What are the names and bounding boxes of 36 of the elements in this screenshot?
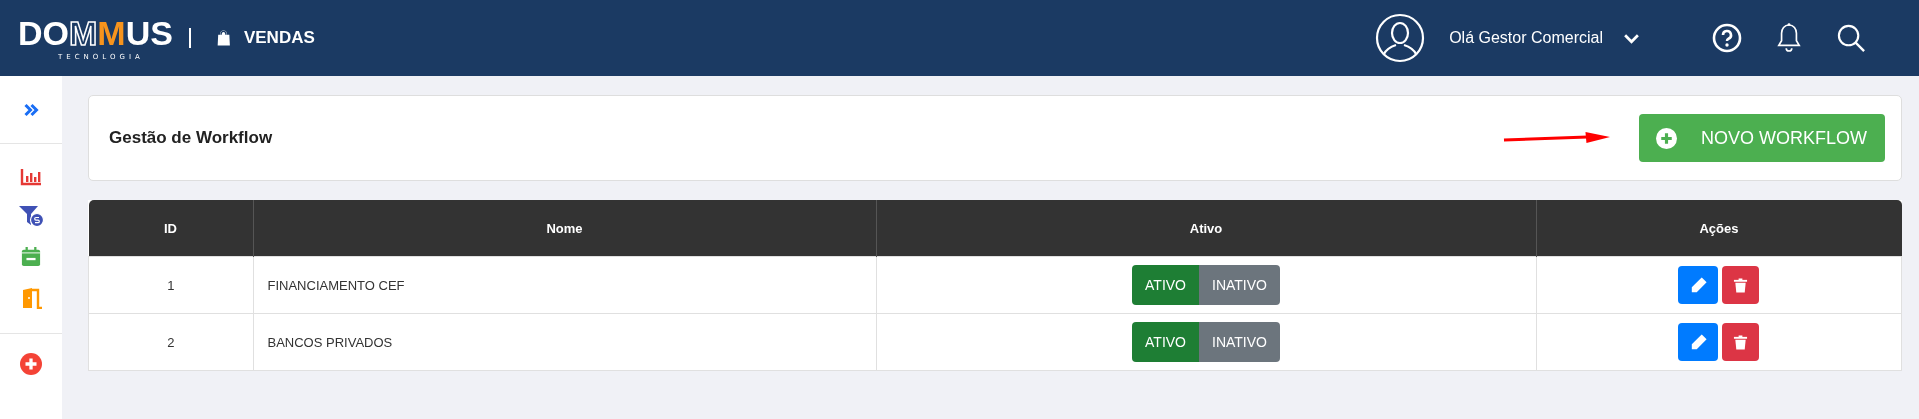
table-cell: BANCOS PRIVADOS (253, 313, 876, 371)
status-toggle-option[interactable]: ATIVO (1132, 322, 1199, 362)
page-title: Gestão de Workflow (109, 128, 273, 148)
delete-button[interactable] (1722, 323, 1760, 361)
bar-chart-icon[interactable] (20, 167, 42, 186)
notification-bell-icon[interactable] (1776, 22, 1802, 54)
status-toggle-option[interactable]: ATIVO (1132, 265, 1199, 305)
avatar-icon[interactable] (1375, 13, 1426, 63)
new-workflow-button[interactable]: NOVO WORKFLOW (1639, 114, 1885, 162)
column-header: Nome (253, 200, 876, 257)
table-cell: 2 (88, 313, 253, 371)
add-icon (1656, 127, 1677, 149)
calendar-icon[interactable] (21, 246, 41, 269)
module-title: VENDAS (243, 28, 315, 48)
pencil-icon (1689, 276, 1707, 294)
user-greeting[interactable]: Olá Gestor Comercial (1449, 29, 1603, 47)
edit-button[interactable] (1678, 323, 1719, 361)
add-icon[interactable] (20, 353, 42, 375)
table-cell: FINANCIAMENTO CEF (253, 256, 876, 314)
funnel-dollar-icon[interactable] (18, 204, 44, 227)
status-toggle-option[interactable]: INATIVO (1199, 322, 1280, 362)
expand-icon[interactable] (22, 102, 40, 117)
edit-button[interactable] (1678, 266, 1719, 304)
status-toggle-option[interactable]: INATIVO (1199, 265, 1280, 305)
table-cell: 1 (88, 256, 253, 314)
chevron-down-icon[interactable] (1623, 32, 1640, 44)
help-icon[interactable] (1712, 23, 1742, 53)
pencil-icon (1689, 333, 1707, 351)
delete-button[interactable] (1722, 266, 1760, 304)
arrow-icon (1503, 131, 1611, 145)
column-header: Ativo (876, 200, 1536, 257)
column-header: ID (88, 200, 253, 257)
trash-icon (1733, 276, 1749, 294)
search-icon[interactable] (1836, 22, 1867, 54)
trash-icon (1733, 333, 1749, 351)
column-header: Ações (1536, 200, 1902, 257)
